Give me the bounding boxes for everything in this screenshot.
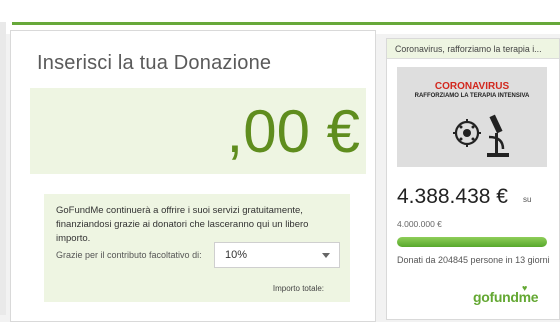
campaign-header[interactable]: Coronavirus, rafforziamo la terapia i... bbox=[387, 39, 559, 59]
donation-title: Inserisci la tua Donazione bbox=[37, 52, 272, 74]
tip-info-text: GoFundMe continuerà a offrire i suoi ser… bbox=[56, 205, 309, 244]
chevron-down-icon bbox=[322, 253, 330, 258]
donors-text: Donati da 204845 persone in 13 giorni bbox=[397, 255, 550, 265]
raised-amount: 4.388.438 € bbox=[397, 185, 508, 208]
gofundme-logo-text: gofundme bbox=[473, 289, 539, 305]
top-strip bbox=[0, 0, 560, 34]
amount-box bbox=[30, 88, 366, 174]
left-rail bbox=[0, 22, 6, 315]
tip-select-value: 10% bbox=[225, 249, 248, 261]
tip-label: Grazie per il contributo facoltativo di: bbox=[56, 250, 202, 260]
tip-select[interactable]: 10% bbox=[214, 242, 340, 268]
gofundme-logo[interactable]: gofundme ♥ bbox=[473, 283, 539, 305]
goal-amount: 4.000.000 € bbox=[397, 219, 442, 229]
microscope-virus-icon bbox=[453, 114, 509, 157]
campaign-card: Coronavirus, rafforziamo la terapia i...… bbox=[386, 38, 560, 320]
heart-icon: ♥ bbox=[522, 283, 528, 293]
campaign-image-subtitle: RAFFORZIAMO LA TERAPIA INTENSIVA bbox=[414, 93, 530, 99]
progress-bar bbox=[397, 237, 547, 247]
campaign-image: CORONAVIRUS RAFFORZIAMO LA TERAPIA INTEN… bbox=[397, 67, 547, 167]
donation-amount-input[interactable] bbox=[40, 92, 360, 170]
raised-suffix: su bbox=[523, 195, 532, 204]
total-label: Importo totale: bbox=[272, 284, 324, 293]
accent-bar bbox=[12, 22, 560, 25]
campaign-image-title: CORONAVIRUS bbox=[434, 81, 510, 92]
tip-info-box: GoFundMe continuerà a offrire i suoi ser… bbox=[44, 194, 350, 302]
progress-fill bbox=[397, 237, 547, 247]
